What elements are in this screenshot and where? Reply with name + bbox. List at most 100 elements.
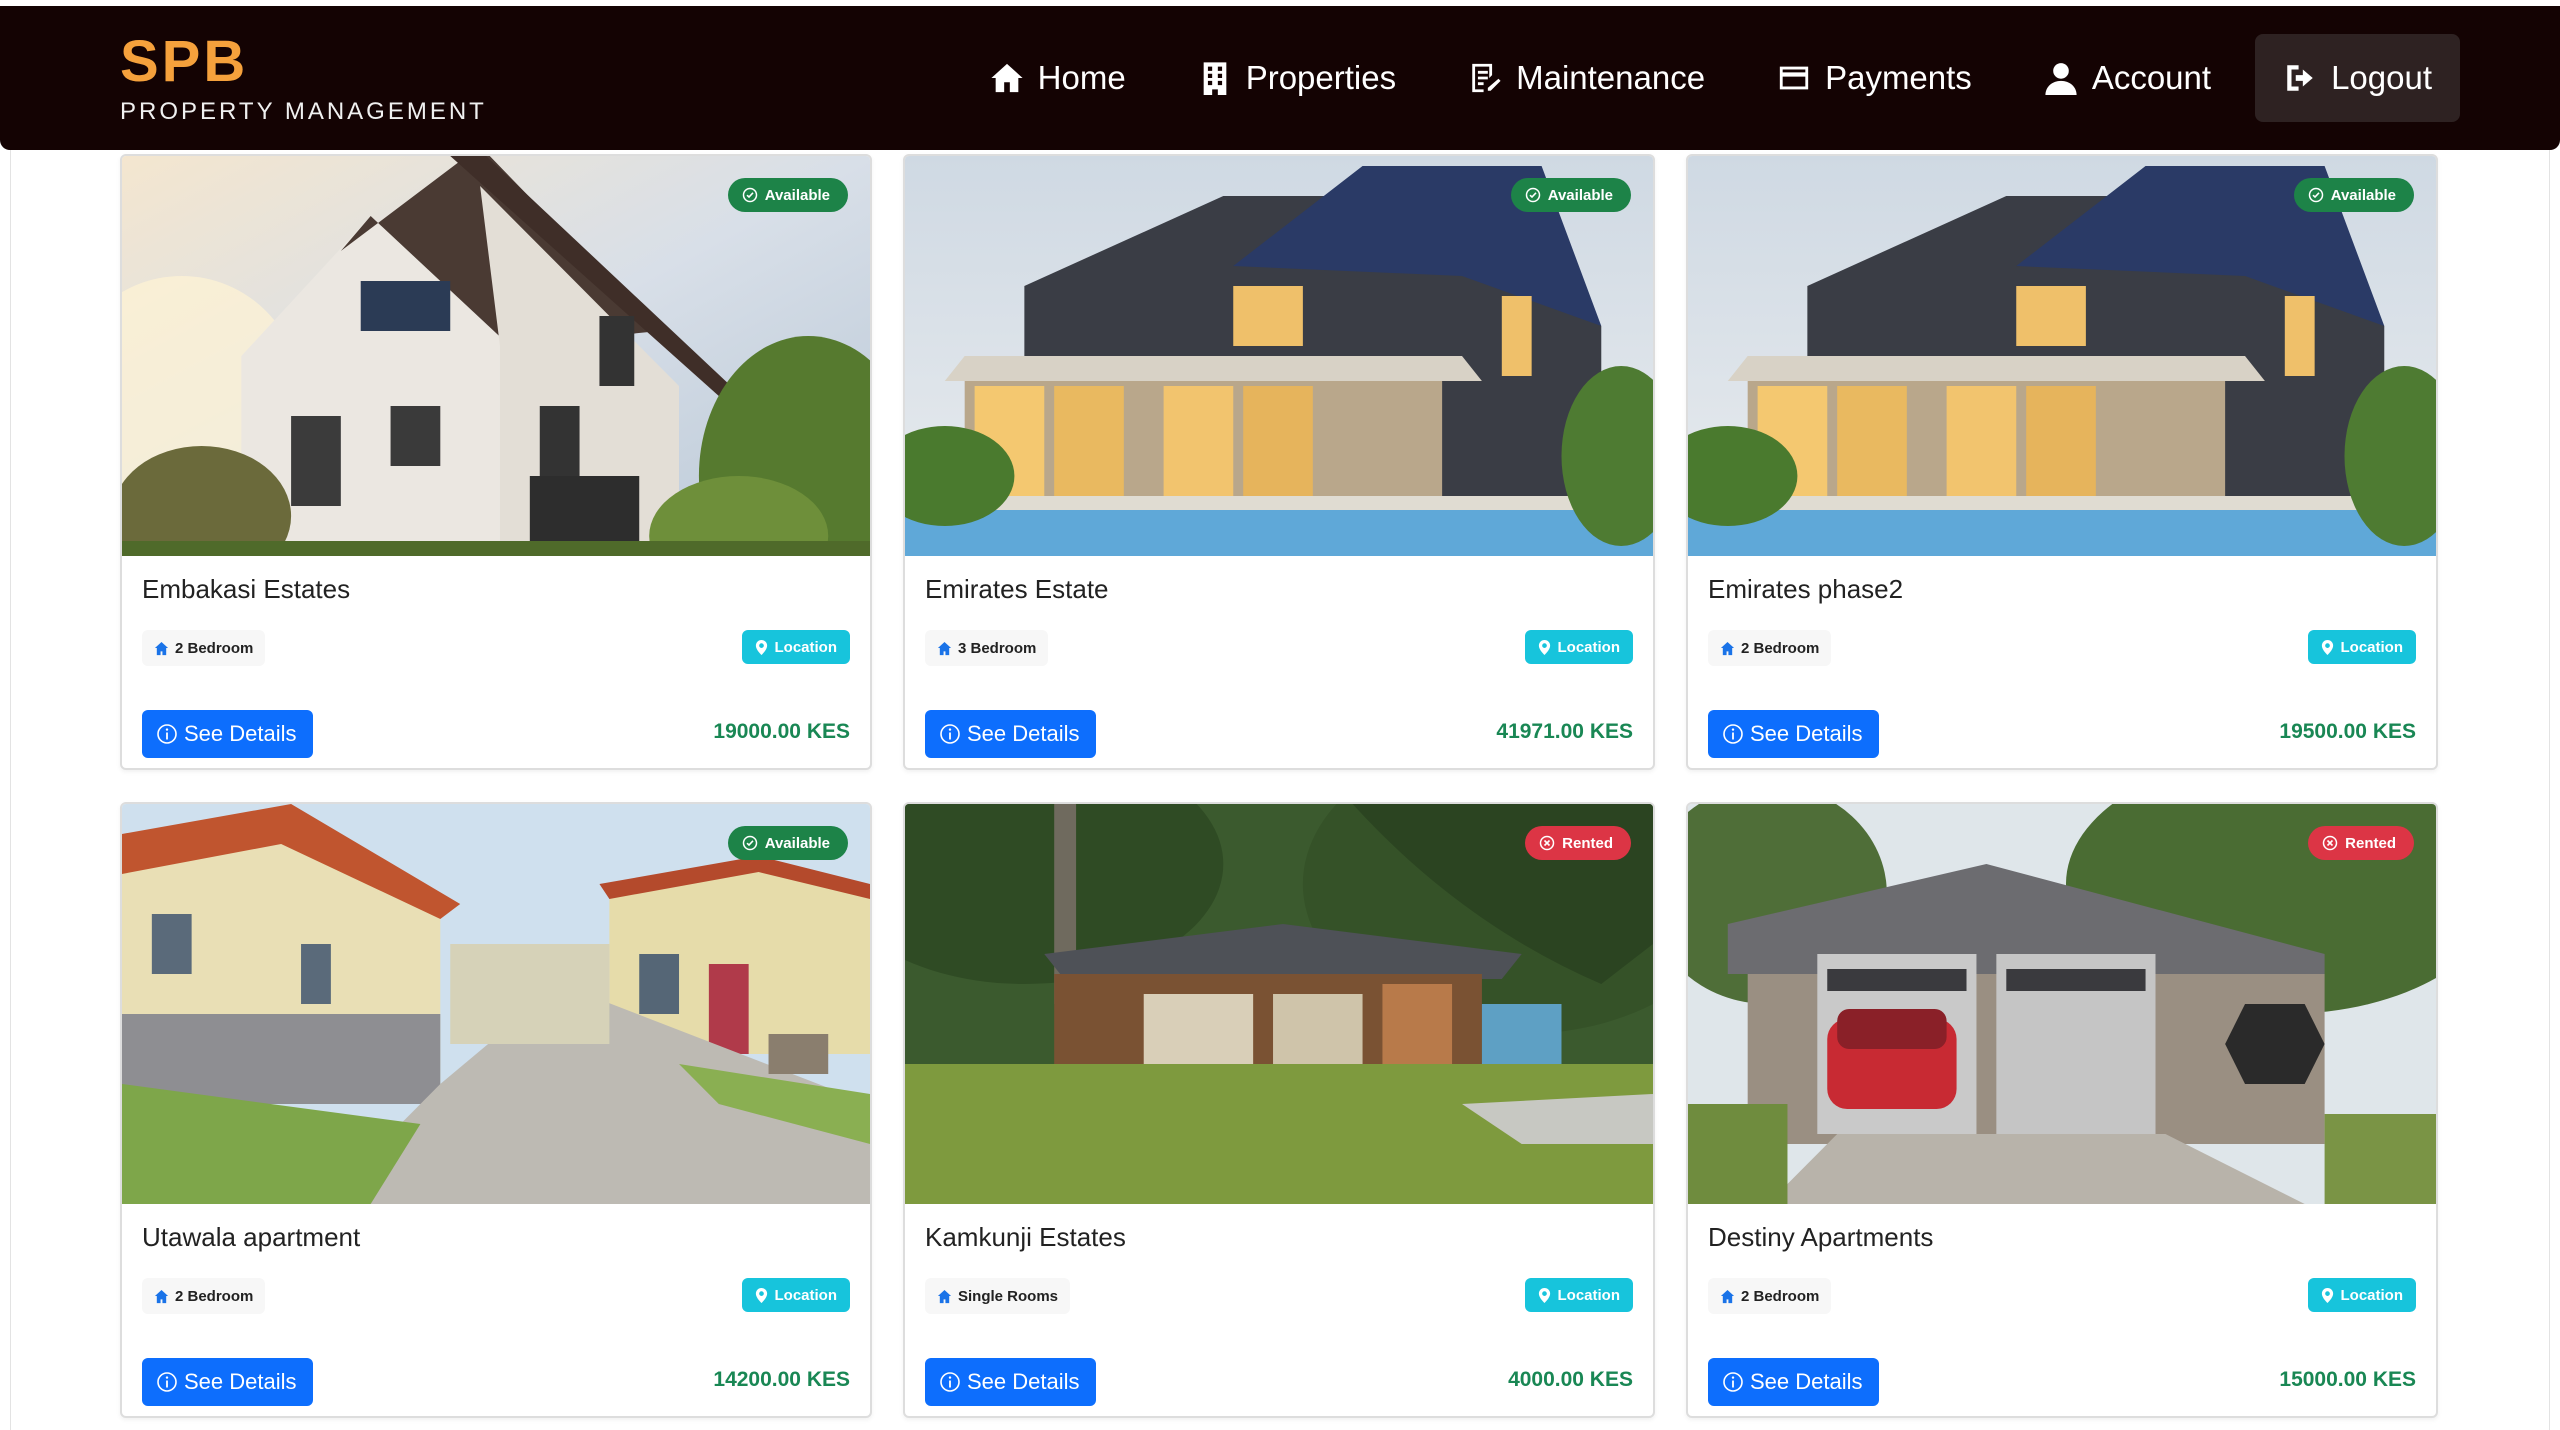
- property-price: 19000.00 KES: [713, 720, 850, 743]
- location-label: Location: [2340, 1286, 2404, 1304]
- property-photo[interactable]: Rented: [905, 804, 1653, 1204]
- location-button[interactable]: Location: [1524, 630, 1633, 664]
- property-title: Emirates phase2: [1708, 574, 1904, 604]
- bedroom-label: 2 Bedroom: [1741, 639, 1820, 657]
- x-circle-icon: [2322, 835, 2338, 851]
- brand-logo[interactable]: SPB PROPERTY MANAGEMENT: [120, 30, 487, 126]
- property-card: Available Embakasi Estates 2 Bedroom Loc…: [120, 154, 872, 770]
- see-details-button[interactable]: See Details: [1708, 710, 1879, 758]
- house-icon: [154, 1289, 169, 1304]
- bedroom-badge: 3 Bedroom: [925, 630, 1049, 666]
- map-pin-icon: [755, 1288, 768, 1303]
- property-price: 15000.00 KES: [2279, 1368, 2416, 1391]
- status-label: Rented: [2345, 834, 2396, 852]
- see-details-button[interactable]: See Details: [142, 1358, 313, 1406]
- property-meta: 2 Bedroom Location: [142, 630, 850, 666]
- map-pin-icon: [755, 640, 768, 655]
- house-icon: [1720, 1289, 1735, 1304]
- house-icon: [937, 641, 952, 656]
- main-nav: Home Properties Maintenance Payments Acc…: [946, 34, 2460, 122]
- nav-maintenance-label: Maintenance: [1516, 59, 1706, 96]
- property-price: 14200.00 KES: [713, 1368, 850, 1391]
- nav-account-label: Account: [2091, 59, 2212, 96]
- nav-properties-label: Properties: [1245, 59, 1397, 96]
- property-title: Destiny Apartments: [1708, 1222, 1934, 1252]
- see-details-label: See Details: [1750, 721, 1863, 746]
- status-badge: Available: [2293, 178, 2414, 212]
- info-icon: [156, 723, 178, 745]
- check-circle-icon: [2308, 187, 2324, 203]
- property-grid: Available Embakasi Estates 2 Bedroom Loc…: [120, 154, 2440, 1418]
- property-title: Kamkunji Estates: [925, 1222, 1126, 1252]
- status-badge: Available: [727, 826, 848, 860]
- home-icon: [991, 63, 1023, 93]
- property-card: Available Emirates Estate 3 Bedroom Loca…: [903, 154, 1655, 770]
- property-photo[interactable]: Available: [122, 804, 870, 1204]
- property-photo[interactable]: Available: [905, 156, 1653, 556]
- info-icon: [156, 1371, 178, 1393]
- property-title: Emirates Estate: [925, 574, 1109, 604]
- house-icon: [1720, 641, 1735, 656]
- location-button[interactable]: Location: [741, 630, 850, 664]
- status-badge: Rented: [1525, 826, 1631, 860]
- property-meta: 2 Bedroom Location: [1708, 1278, 2416, 1314]
- see-details-label: See Details: [184, 721, 297, 746]
- brand-name: SPB: [120, 29, 249, 94]
- see-details-label: See Details: [967, 1369, 1080, 1394]
- nav-maintenance[interactable]: Maintenance: [1440, 34, 1733, 122]
- location-label: Location: [774, 1286, 838, 1304]
- status-label: Rented: [1562, 834, 1613, 852]
- nav-home-label: Home: [1037, 59, 1126, 96]
- see-details-button[interactable]: See Details: [925, 710, 1096, 758]
- property-meta: Single Rooms Location: [925, 1278, 1633, 1314]
- property-meta: 2 Bedroom Location: [142, 1278, 850, 1314]
- navbar: SPB PROPERTY MANAGEMENT Home Properties …: [0, 6, 2560, 150]
- location-button[interactable]: Location: [2307, 630, 2416, 664]
- see-details-button[interactable]: See Details: [925, 1358, 1096, 1406]
- property-meta: 3 Bedroom Location: [925, 630, 1633, 666]
- map-pin-icon: [1538, 640, 1551, 655]
- property-price: 41971.00 KES: [1496, 720, 1633, 743]
- bedroom-badge: Single Rooms: [925, 1278, 1071, 1314]
- bedroom-label: 2 Bedroom: [175, 1287, 254, 1305]
- location-button[interactable]: Location: [1524, 1278, 1633, 1312]
- bedroom-label: 2 Bedroom: [175, 639, 254, 657]
- status-label: Available: [764, 186, 830, 204]
- property-photo[interactable]: Available: [1688, 156, 2436, 556]
- map-pin-icon: [2321, 640, 2334, 655]
- house-icon: [937, 1289, 952, 1304]
- bedroom-badge: 2 Bedroom: [1708, 1278, 1832, 1314]
- check-circle-icon: [742, 835, 758, 851]
- status-label: Available: [764, 834, 830, 852]
- nav-home[interactable]: Home: [962, 34, 1154, 122]
- status-badge: Available: [727, 178, 848, 212]
- bedroom-badge: 2 Bedroom: [142, 1278, 266, 1314]
- info-icon: [939, 1371, 961, 1393]
- clipboard-icon: [1472, 63, 1501, 93]
- nav-properties[interactable]: Properties: [1170, 34, 1424, 122]
- property-title: Utawala apartment: [142, 1222, 361, 1252]
- map-pin-icon: [1538, 1288, 1551, 1303]
- check-circle-icon: [742, 187, 758, 203]
- nav-payments[interactable]: Payments: [1749, 34, 2000, 122]
- brand-subtitle: PROPERTY MANAGEMENT: [120, 98, 487, 125]
- user-icon: [2045, 63, 2077, 95]
- see-details-label: See Details: [967, 721, 1080, 746]
- see-details-button[interactable]: See Details: [1708, 1358, 1879, 1406]
- location-button[interactable]: Location: [741, 1278, 850, 1312]
- x-circle-icon: [1539, 835, 1555, 851]
- building-icon: [1203, 62, 1227, 95]
- see-details-label: See Details: [1750, 1369, 1863, 1394]
- info-icon: [1722, 723, 1744, 745]
- status-badge: Rented: [2308, 826, 2414, 860]
- location-button[interactable]: Location: [2307, 1278, 2416, 1312]
- see-details-button[interactable]: See Details: [142, 710, 313, 758]
- nav-logout[interactable]: Logout: [2255, 34, 2460, 122]
- property-meta: 2 Bedroom Location: [1708, 630, 2416, 666]
- property-title: Embakasi Estates: [142, 574, 351, 604]
- status-badge: Available: [1510, 178, 1631, 212]
- nav-account[interactable]: Account: [2016, 34, 2239, 122]
- location-label: Location: [1557, 638, 1621, 656]
- property-photo[interactable]: Available: [122, 156, 870, 556]
- property-photo[interactable]: Rented: [1688, 804, 2436, 1204]
